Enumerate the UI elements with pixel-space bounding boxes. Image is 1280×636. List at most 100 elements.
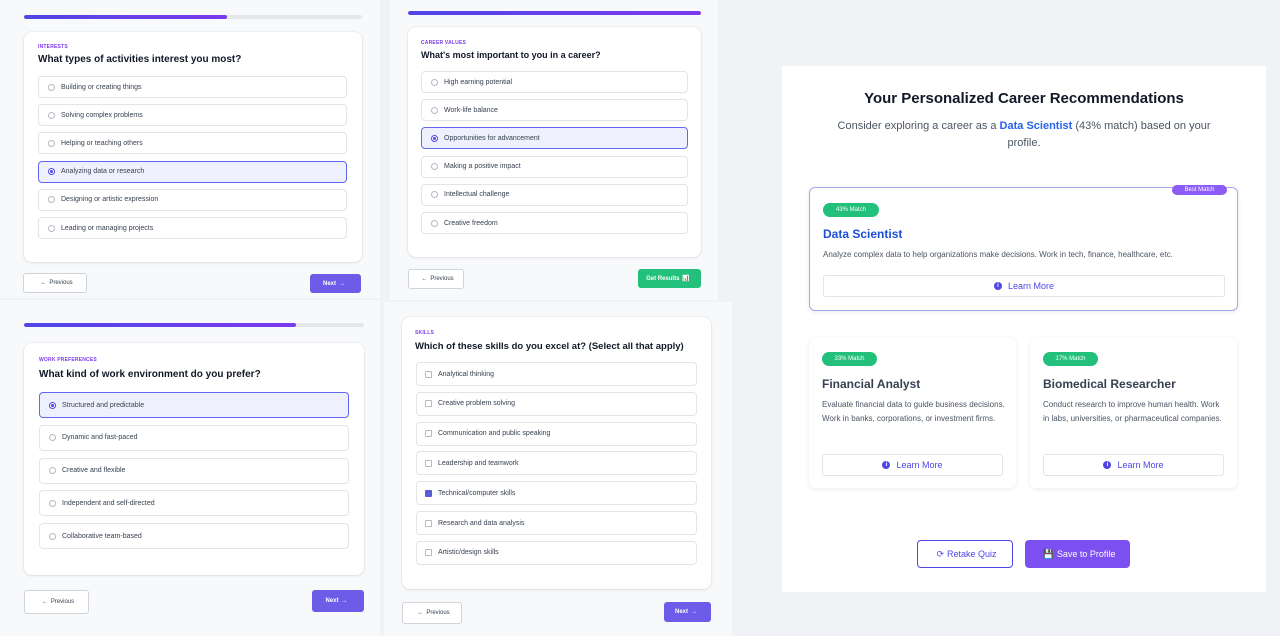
radio-option[interactable]: Collaborative team-based (39, 523, 349, 550)
radio-option[interactable]: Solving complex problems (38, 104, 347, 127)
radio-option[interactable]: Work-life balance (421, 99, 688, 122)
radio-selected-icon[interactable] (49, 401, 56, 409)
next-button[interactable]: Next → (664, 602, 711, 622)
subtitle-highlight: Data Scientist (999, 120, 1073, 132)
info-icon: i (1103, 461, 1112, 469)
match-badge: 43% Match (823, 203, 879, 217)
career-name: Data Scientist (823, 227, 903, 241)
checkbox-icon[interactable] (425, 430, 432, 438)
checkbox-option[interactable]: Analytical thinking (416, 362, 697, 386)
radio-option[interactable]: Structured and predictable (39, 392, 349, 418)
option-label: Creative and flexible (62, 467, 126, 475)
checkbox-option[interactable]: Creative problem solving (416, 391, 697, 416)
progress-fill (408, 11, 701, 15)
checkbox-option[interactable]: Communication and public speaking (416, 421, 697, 446)
option-label: Dynamic and fast-paced (62, 434, 138, 442)
career-name: Financial Analyst (822, 377, 921, 391)
section-kicker: WORK PREFERENCES (39, 357, 97, 363)
option-label: Creative freedom (444, 219, 498, 227)
radio-selected-icon[interactable] (431, 134, 438, 142)
retake-quiz-label: Retake Quiz (947, 549, 997, 559)
checkbox-option[interactable]: Technical/computer skills (416, 481, 697, 506)
next-label: Next (674, 609, 688, 615)
radio-icon[interactable] (49, 434, 56, 442)
refresh-icon: ⟳ (936, 548, 944, 559)
radio-option[interactable]: Dynamic and fast-paced (39, 424, 349, 451)
checkbox-option[interactable]: Research and data analysis (416, 511, 697, 535)
previous-label: Previous (49, 280, 73, 286)
radio-icon[interactable] (48, 224, 55, 232)
radio-option[interactable]: High earning potential (421, 71, 688, 93)
save-to-profile-button[interactable]: 💾 Save to Profile (1025, 540, 1130, 568)
recommendation-card: 33% Match Financial Analyst Evaluate fin… (809, 338, 1016, 488)
previous-button[interactable]: ← Previous (24, 590, 89, 614)
option-label: Analyzing data or research (61, 168, 145, 176)
next-button[interactable]: Next → (312, 590, 364, 612)
results-panel: Your Personalized Career Recommendations… (782, 66, 1266, 592)
checkbox-icon[interactable] (425, 370, 432, 378)
question-title: What types of activities interest you mo… (38, 54, 242, 65)
retake-quiz-button[interactable]: ⟳ Retake Quiz (917, 540, 1013, 568)
checkbox-icon[interactable] (425, 459, 432, 467)
previous-button[interactable]: ← Previous (23, 273, 87, 293)
option-label: Analytical thinking (438, 370, 495, 378)
radio-icon[interactable] (49, 532, 56, 540)
radio-option[interactable]: Making a positive impact (421, 155, 688, 178)
option-label: Building or creating things (61, 83, 142, 91)
checkbox-icon[interactable] (425, 400, 432, 408)
option-label: Independent and self-directed (62, 499, 155, 507)
checkbox-option[interactable]: Leadership and teamwork (416, 451, 697, 476)
previous-label: Previous (430, 276, 454, 282)
option-label: Technical/computer skills (438, 489, 516, 497)
get-results-button[interactable]: Get Results 📊 (638, 269, 701, 288)
radio-option[interactable]: Designing or artistic expression (38, 188, 347, 211)
results-subtitle: Consider exploring a career as a Data Sc… (837, 118, 1211, 152)
career-description: Evaluate financial data to guide busines… (822, 400, 1005, 423)
progress-bar (24, 323, 364, 327)
radio-icon[interactable] (48, 196, 55, 204)
career-name: Biomedical Researcher (1043, 377, 1176, 391)
learn-more-button[interactable]: i Learn More (1043, 454, 1224, 476)
radio-icon[interactable] (48, 111, 55, 119)
radio-selected-icon[interactable] (48, 168, 55, 176)
learn-more-button[interactable]: i Learn More (822, 454, 1003, 476)
radio-option[interactable]: Creative and flexible (39, 457, 349, 484)
option-label: Work-life balance (444, 106, 498, 114)
checkbox-icon[interactable] (425, 549, 432, 557)
match-badge: 17% Match (1043, 352, 1098, 366)
results-title: Your Personalized Career Recommendations (864, 90, 1184, 107)
radio-icon[interactable] (48, 139, 55, 147)
radio-option[interactable]: Helping or teaching others (38, 132, 347, 155)
radio-option[interactable]: Building or creating things (38, 76, 347, 98)
previous-button[interactable]: ← Previous (402, 602, 462, 624)
radio-icon[interactable] (48, 83, 55, 91)
checkbox-icon[interactable] (425, 519, 432, 527)
radio-option[interactable]: Independent and self-directed (39, 490, 349, 517)
radio-option[interactable]: Leading or managing projects (38, 217, 347, 239)
radio-option[interactable]: Creative freedom (421, 212, 688, 234)
section-kicker: INTERESTS (38, 44, 68, 50)
radio-option[interactable]: Opportunities for advancement (421, 127, 688, 150)
radio-icon[interactable] (431, 219, 438, 227)
option-label: Solving complex problems (61, 111, 143, 119)
option-label: Collaborative team-based (62, 532, 142, 540)
radio-option[interactable]: Intellectual challenge (421, 183, 688, 206)
question-card: INTERESTS What types of activities inter… (24, 32, 362, 262)
arrow-left-icon: ← (417, 610, 424, 616)
checkbox-option[interactable]: Artistic/design skills (416, 540, 697, 565)
previous-button[interactable]: ← Previous (408, 269, 464, 289)
learn-more-label: Learn More (896, 460, 943, 470)
next-button[interactable]: Next → (310, 274, 361, 293)
radio-icon[interactable] (431, 191, 438, 199)
radio-icon[interactable] (49, 467, 56, 475)
checkbox-checked-icon[interactable] (425, 489, 432, 497)
learn-more-label: Learn More (1117, 460, 1164, 470)
radio-icon[interactable] (431, 163, 438, 171)
radio-icon[interactable] (431, 106, 438, 114)
radio-icon[interactable] (431, 78, 438, 86)
learn-more-button[interactable]: i Learn More (823, 275, 1225, 297)
option-label: Helping or teaching others (61, 139, 143, 147)
career-description: Analyze complex data to help organizatio… (823, 250, 1173, 259)
radio-option[interactable]: Analyzing data or research (38, 160, 347, 183)
radio-icon[interactable] (49, 499, 56, 507)
